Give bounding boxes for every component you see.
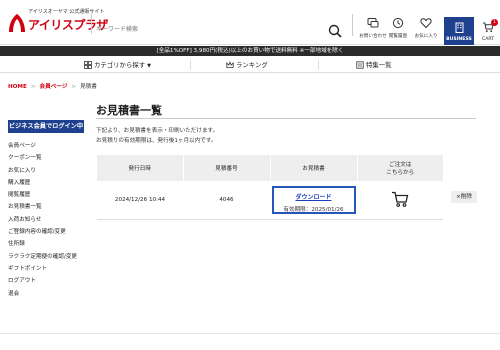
header-divider bbox=[352, 14, 353, 36]
favorites-label: お気に入り bbox=[414, 34, 438, 39]
delete-quote-button[interactable]: ×削除 bbox=[451, 191, 477, 203]
sidebar-item-gift-points[interactable]: ギフトポイント bbox=[8, 264, 78, 276]
sidebar-item-withdraw[interactable]: 退会 bbox=[8, 289, 78, 301]
sidebar-item-logout[interactable]: ログアウト bbox=[8, 276, 78, 288]
cart-label: CART bbox=[481, 37, 494, 42]
site-logo[interactable]: アイリスオーヤマ 公式通販サイト アイリスプラザ bbox=[6, 8, 108, 38]
title-divider bbox=[96, 118, 476, 119]
shipping-banner[interactable]: [全品1%OFF] 3,980円(税込)以上のお買い物で送料無料 ※一部地域を除… bbox=[0, 46, 500, 56]
order-header-line2: こちらから bbox=[386, 170, 415, 176]
description-line: 下記より、お見積書を表示・印刷いただけます。 bbox=[96, 128, 219, 134]
breadcrumb-separator: > bbox=[30, 84, 36, 90]
category-nav: カテゴリから探す ▼ ランキング 特集一覧 bbox=[0, 57, 500, 73]
nav-divider bbox=[318, 60, 319, 70]
building-icon bbox=[455, 22, 463, 33]
chevron-down-icon: ▼ bbox=[147, 63, 151, 69]
issue-date-cell: 2024/12/26 10:44 bbox=[97, 181, 183, 220]
iris-logo-icon bbox=[9, 14, 25, 32]
category-grid-icon bbox=[84, 60, 92, 69]
sidebar-menu: 会員ページ クーポン一覧 お気に入り 購入履歴 閲覧履歴 お見積書一覧 入荷お知… bbox=[8, 141, 78, 301]
column-header-order: ご注文は こちらから bbox=[357, 155, 443, 181]
search-input[interactable] bbox=[96, 22, 321, 36]
column-header-quote: お見積書 bbox=[270, 155, 358, 181]
page-description: 下記より、お見積書を表示・印刷いただけます。 お見積りの有効期限は、発行後1ヶ月… bbox=[96, 126, 218, 146]
cart-count-badge: 1 bbox=[491, 19, 498, 26]
breadcrumb-home[interactable]: HOME bbox=[8, 84, 27, 90]
sidebar-item-profile-edit[interactable]: ご登録内容の確認/変更 bbox=[8, 227, 78, 239]
history-icon bbox=[392, 17, 404, 29]
breadcrumb-separator: > bbox=[71, 84, 77, 90]
sidebar-item-browse-history[interactable]: 閲覧履歴 bbox=[8, 190, 78, 202]
download-highlight-box: ダウンロード 有効期限：2025/01/26 bbox=[271, 185, 356, 214]
breadcrumb: HOME > 会員ページ > 見積書 bbox=[8, 82, 97, 90]
sidebar-item-quotes[interactable]: お見積書一覧 bbox=[8, 202, 78, 214]
nav-ranking[interactable]: ランキング bbox=[226, 57, 268, 73]
site-header: アイリスオーヤマ 公式通販サイト アイリスプラザ お問い合わせ 閲覧履歴 お気に… bbox=[0, 0, 500, 45]
quotes-table: 発行日時 見積番号 お見積書 ご注文はこちらから 2024/12/26 10:4… bbox=[97, 155, 443, 220]
add-to-cart-icon[interactable] bbox=[391, 190, 409, 208]
heart-icon bbox=[420, 18, 432, 29]
business-button[interactable]: BUSINESS bbox=[444, 17, 474, 45]
column-header-number: 見積番号 bbox=[183, 155, 271, 181]
sidebar-item-favorites[interactable]: お気に入り bbox=[8, 166, 78, 178]
breadcrumb-member[interactable]: 会員ページ bbox=[40, 84, 68, 90]
footer-divider bbox=[0, 333, 500, 334]
sidebar-item-member-page[interactable]: 会員ページ bbox=[8, 141, 78, 153]
logo-tagline: アイリスオーヤマ 公式通販サイト bbox=[28, 9, 105, 15]
sidebar-item-restock-notice[interactable]: 入荷お知らせ bbox=[8, 215, 78, 227]
order-header-line1: ご注文は bbox=[389, 162, 412, 168]
table-header-row: 発行日時 見積番号 お見積書 ご注文はこちらから bbox=[97, 155, 443, 181]
sidebar-item-coupons[interactable]: クーポン一覧 bbox=[8, 153, 78, 165]
order-cell bbox=[357, 181, 443, 220]
page-title: お見積書一覧 bbox=[96, 104, 162, 117]
chat-icon bbox=[367, 18, 379, 28]
download-link[interactable]: ダウンロード bbox=[274, 192, 354, 201]
nav-ranking-label: ランキング bbox=[236, 61, 268, 69]
nav-category[interactable]: カテゴリから探す ▼ bbox=[84, 57, 151, 73]
sidebar-item-address-book[interactable]: 住所録 bbox=[8, 239, 78, 251]
header-divider bbox=[91, 14, 92, 34]
nav-category-label: カテゴリから探す bbox=[94, 61, 146, 69]
sidebar-item-subscription[interactable]: ラクラク定期便の確認/変更 bbox=[8, 252, 78, 264]
expiry-date: 有効期限：2025/01/26 bbox=[283, 206, 344, 213]
nav-divider bbox=[190, 60, 191, 70]
cart-button[interactable]: CART 1 bbox=[476, 17, 500, 45]
favorites-link[interactable]: お気に入り bbox=[410, 17, 442, 45]
sidebar-item-purchase-history[interactable]: 購入履歴 bbox=[8, 178, 78, 190]
search-icon[interactable] bbox=[328, 24, 342, 38]
feature-list-icon bbox=[356, 60, 364, 69]
crown-icon bbox=[226, 60, 234, 68]
table-row: 2024/12/26 10:44 4046 ダウンロード 有効期限：2025/0… bbox=[97, 181, 443, 220]
column-header-date: 発行日時 bbox=[97, 155, 184, 181]
quote-download-cell: ダウンロード 有効期限：2025/01/26 bbox=[270, 181, 357, 220]
nav-features[interactable]: 特集一覧 bbox=[356, 57, 392, 73]
breadcrumb-current: 見積書 bbox=[80, 84, 97, 90]
quote-number-cell: 4046 bbox=[183, 181, 270, 220]
nav-features-label: 特集一覧 bbox=[366, 61, 392, 69]
description-line: お見積りの有効期限は、発行後1ヶ月以内です。 bbox=[96, 138, 217, 144]
business-label: BUSINESS bbox=[446, 37, 472, 42]
sidebar-login-status: ビジネス会員でログイン中 bbox=[8, 120, 84, 133]
